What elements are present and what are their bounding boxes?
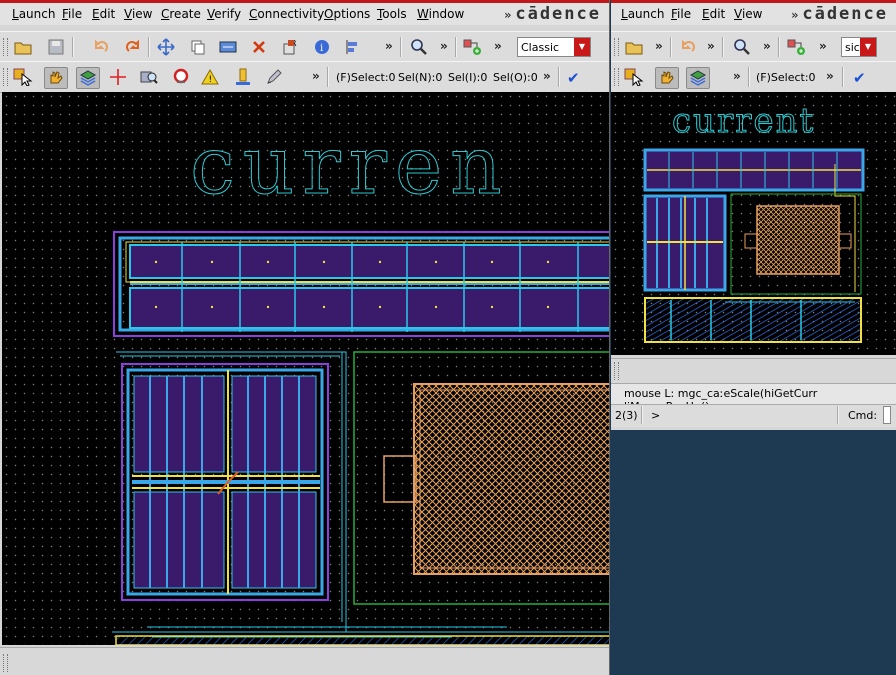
brand-text: cādence (515, 4, 601, 24)
layer-stack-icon[interactable] (686, 67, 710, 89)
crosshair-icon[interactable] (107, 67, 129, 87)
toolbar-grip[interactable] (614, 68, 619, 86)
contact-array-top (129, 244, 609, 329)
prompt-char: > (651, 409, 661, 422)
mouse-binding-bar: mouse L: mgc_caːeScale(hiGetCurr liMouse… (611, 383, 896, 413)
brand-chevron: » (504, 8, 512, 22)
status-f-select: (F)Select:0 (336, 71, 396, 84)
brand-chevron: » (791, 8, 799, 22)
toolbar-overflow-3[interactable]: » (494, 39, 502, 53)
status-sel-n: Sel(N):0 (398, 71, 443, 84)
toolbar-grip[interactable] (614, 38, 619, 56)
cmd-input[interactable] (883, 406, 891, 424)
toolbar-overflow-4[interactable]: » (312, 69, 320, 83)
main-toolbar-1: R i » » » Classic ▼ (0, 31, 609, 63)
toolbar-overflow[interactable]: » (655, 39, 663, 53)
delete-icon[interactable] (248, 37, 270, 57)
checkmark-icon[interactable]: ✔ (853, 69, 866, 87)
open-folder-icon[interactable] (12, 37, 34, 57)
prompt-number: 2(3) (615, 409, 638, 422)
hand-pan-icon[interactable] (44, 67, 68, 89)
toolbar-overflow-5[interactable]: » (733, 69, 741, 83)
view-mode-value: Classic (521, 41, 560, 54)
chevron-down-icon[interactable]: ▼ (860, 38, 876, 56)
menu-launch[interactable]: Launch (12, 7, 55, 21)
menu-launch[interactable]: Launch (621, 7, 664, 21)
undo-icon[interactable] (677, 37, 699, 57)
menu-view[interactable]: View (734, 7, 762, 21)
info-icon[interactable]: i (311, 37, 333, 57)
move-icon[interactable] (155, 37, 177, 57)
cmd-label: Cmd: (848, 409, 878, 422)
status-sel-o: Sel(O):0 (493, 71, 538, 84)
toolbar-overflow-5[interactable]: » (543, 69, 551, 83)
status-f-select: (F)Select:0 (756, 71, 816, 84)
side-toolbar-2: » (F)Select:0 » ✔ (611, 61, 896, 93)
toolbar-grip[interactable] (3, 68, 8, 86)
menu-tools[interactable]: Tools (377, 7, 407, 21)
menu-view[interactable]: View (124, 7, 152, 21)
select-pointer-icon[interactable] (12, 67, 34, 87)
menu-file[interactable]: File (671, 7, 691, 21)
undo-icon[interactable] (90, 37, 112, 57)
menu-verify[interactable]: Verify (207, 7, 241, 21)
cadence-logo: » cādence (791, 4, 888, 24)
statusbar-grip[interactable] (3, 654, 8, 672)
side-menubar: Launch File Edit View » cādence (611, 3, 896, 25)
copy-icon[interactable] (187, 37, 209, 57)
side-toolbar-1: » » » » sic ▼ (611, 31, 896, 63)
menu-connectivity[interactable]: Connectivity (249, 7, 324, 21)
statusbar-grip[interactable] (614, 362, 619, 380)
menu-window[interactable]: Window (417, 7, 464, 21)
menu-options[interactable]: Options (324, 7, 370, 21)
open-folder-icon[interactable] (623, 37, 645, 57)
view-mode-value: sic (845, 41, 860, 54)
brand-text: cādence (802, 4, 888, 24)
chevron-down-icon[interactable]: ▼ (574, 38, 590, 56)
toolbar-overflow-3[interactable]: » (763, 39, 771, 53)
view-mode-select[interactable]: Classic ▼ (517, 37, 591, 57)
toolbar-overflow[interactable]: » (385, 39, 393, 53)
edit-pen-icon[interactable] (263, 67, 285, 87)
create-instance-icon[interactable] (461, 37, 483, 57)
save-icon[interactable] (45, 37, 67, 57)
cell-name-label: curren (190, 119, 510, 212)
status-sel-i: Sel(I):0 (448, 71, 488, 84)
ruler-icon[interactable] (232, 67, 254, 87)
main-toolbar-2: ! » (F)Select:0 Sel(N):0 Sel(I):0 Sel(O)… (0, 61, 609, 93)
magnify-probe-icon[interactable] (138, 67, 160, 87)
select-pointer-icon[interactable] (623, 67, 645, 87)
stop-icon[interactable] (170, 67, 192, 87)
menu-edit[interactable]: Edit (702, 7, 725, 21)
side-scroll-bar (611, 358, 896, 383)
main-menubar: Launch File Edit View Create Verify Conn… (0, 3, 609, 25)
cell-name-label: current (671, 101, 816, 141)
layer-stack-icon[interactable] (76, 67, 100, 89)
toolbar-overflow-6[interactable]: » (826, 69, 834, 83)
create-instance-icon[interactable] (785, 37, 807, 57)
svg-text:!: ! (209, 75, 213, 85)
menu-file[interactable]: File (62, 7, 82, 21)
toolbar-overflow-2[interactable]: » (707, 39, 715, 53)
warning-icon[interactable]: ! (200, 67, 222, 87)
svg-text:i: i (320, 43, 323, 54)
zoom-icon[interactable] (731, 37, 753, 57)
command-line: 2(3) > Cmd: (611, 404, 896, 427)
menu-edit[interactable]: Edit (92, 7, 115, 21)
main-status-bar (0, 647, 609, 675)
align-icon[interactable] (342, 37, 364, 57)
menu-create[interactable]: Create (161, 7, 201, 21)
view-mode-select[interactable]: sic ▼ (841, 37, 877, 57)
redo-icon[interactable] (122, 37, 144, 57)
capacitor-plate (413, 383, 609, 575)
toolbar-grip[interactable] (3, 38, 8, 56)
hand-pan-icon[interactable] (655, 67, 679, 89)
cadence-logo: » cādence (504, 4, 601, 24)
toolbar-overflow-4[interactable]: » (819, 39, 827, 53)
properties-icon[interactable]: R (280, 37, 302, 57)
zoom-icon[interactable] (408, 37, 430, 57)
toolbar-overflow-2[interactable]: » (440, 39, 448, 53)
checkmark-icon[interactable]: ✔ (567, 69, 580, 87)
stretch-icon[interactable] (217, 37, 239, 57)
